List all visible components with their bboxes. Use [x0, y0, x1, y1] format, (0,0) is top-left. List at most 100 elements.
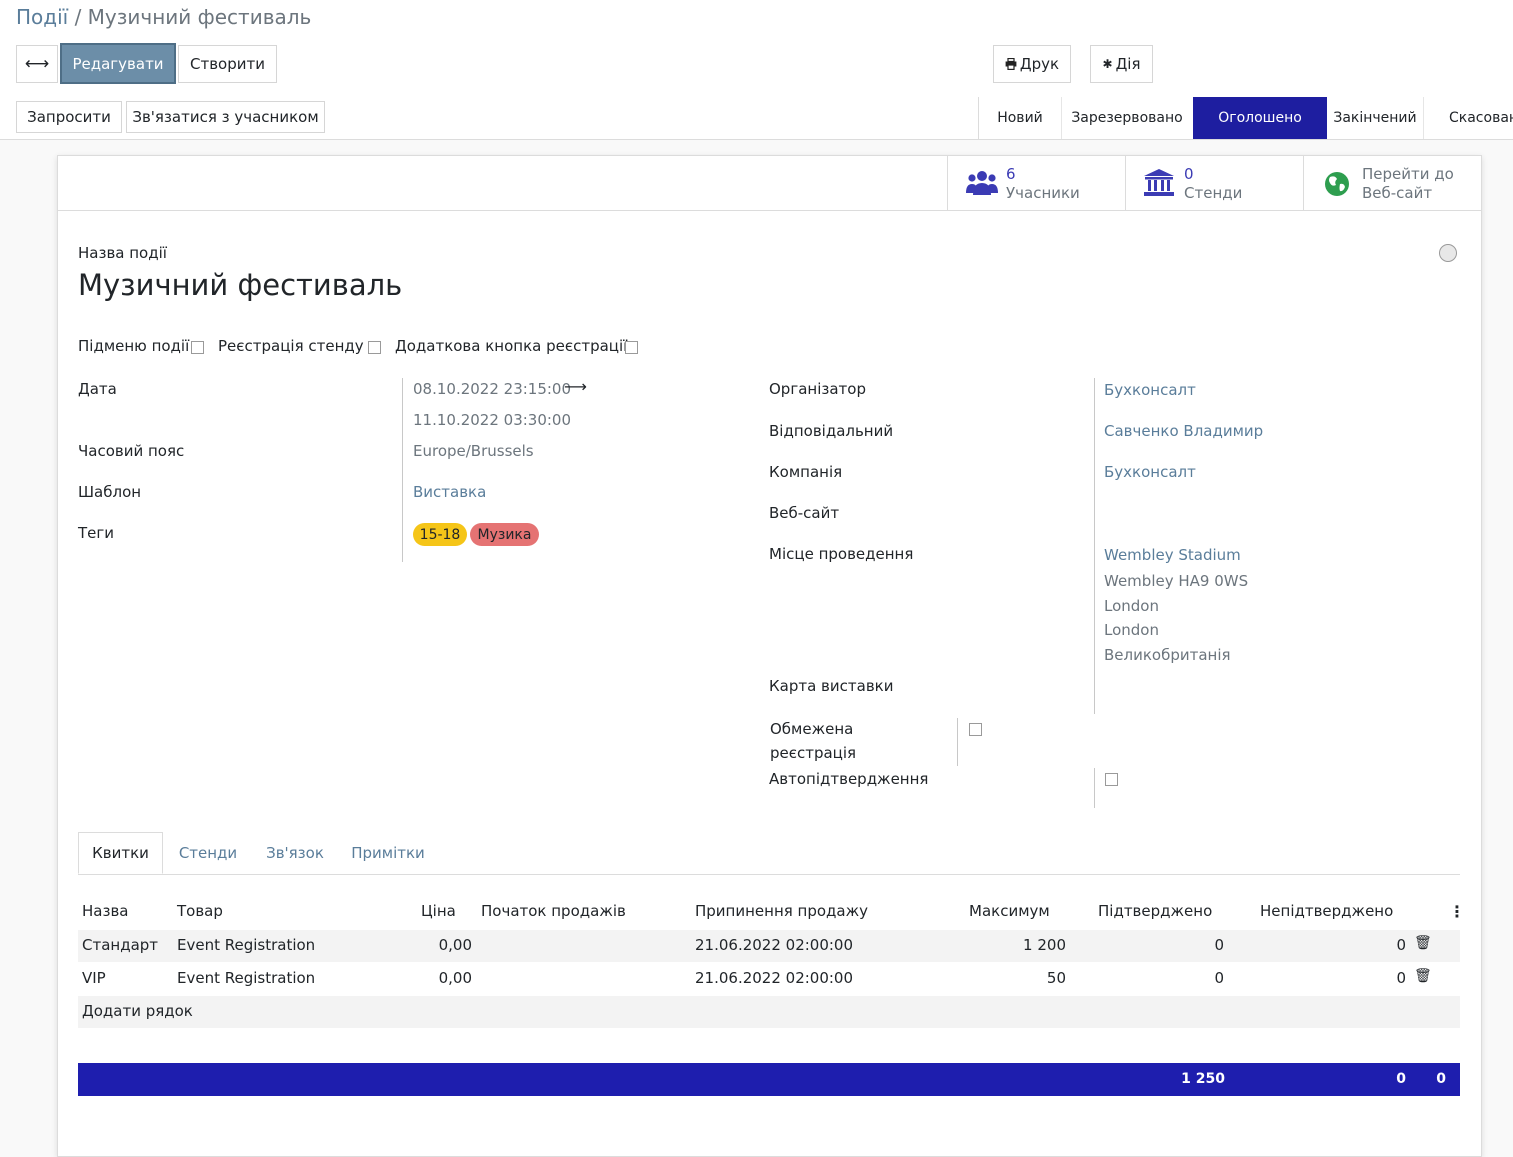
arrow-right-icon: ⟶	[564, 377, 587, 396]
total-confirmed: 0	[1396, 1071, 1406, 1087]
breadcrumb: Події / Музичний фестиваль	[16, 5, 311, 29]
exhibition-map-label: Карта виставки	[769, 677, 894, 695]
col-confirmed-header[interactable]: Підтверджено	[1098, 902, 1212, 920]
edit-button[interactable]: Редагувати	[60, 43, 176, 84]
booths-count: 0	[1184, 165, 1194, 183]
date-start-field[interactable]: 08.10.2022 23:15:00	[413, 380, 571, 398]
venue-state-line: London	[1104, 621, 1159, 639]
total-unconfirmed: 0	[1436, 1071, 1446, 1087]
tab-tickets[interactable]: Квитки	[78, 832, 163, 874]
ticket-price: 0,00	[438, 969, 472, 987]
breadcrumb-parent[interactable]: Події	[16, 5, 68, 29]
col-name-header[interactable]: Назва	[82, 902, 128, 920]
col-sales-start-header[interactable]: Початок продажів	[481, 902, 626, 920]
trash-icon[interactable]: 🗑	[1414, 968, 1432, 984]
col-price-header[interactable]: Ціна	[421, 902, 456, 920]
tag-music[interactable]: Музика	[470, 523, 539, 546]
limited-separator	[957, 718, 958, 766]
ticket-max: 1 200	[1023, 936, 1066, 954]
ticket-confirmed: 0	[1214, 936, 1224, 954]
responsible-link[interactable]: Савченко Владимир	[1104, 422, 1263, 440]
tabs-underline	[78, 874, 1460, 875]
autoconfirm-separator	[1094, 768, 1095, 808]
kanban-state-indicator[interactable]	[1439, 244, 1457, 262]
company-label: Компанія	[769, 463, 843, 481]
stage-ended[interactable]: Закінчений	[1327, 97, 1424, 139]
ticket-price: 0,00	[438, 936, 472, 954]
ticket-confirmed: 0	[1214, 969, 1224, 987]
venue-city-line: London	[1104, 597, 1159, 615]
venue-name-link[interactable]: Wembley Stadium	[1104, 546, 1241, 564]
form-sheet: 6 Учасники 0 Стенди Перейти до Веб-сайт …	[57, 155, 1482, 1157]
template-link[interactable]: Виставка	[413, 483, 486, 501]
attendees-smart-button[interactable]: 6 Учасники	[947, 156, 1126, 210]
date-end-field[interactable]: 11.10.2022 03:30:00	[413, 411, 571, 429]
date-label: Дата	[78, 380, 117, 398]
breadcrumb-separator: /	[68, 5, 88, 29]
template-label: Шаблон	[78, 483, 142, 501]
attendees-label: Учасники	[1006, 184, 1080, 202]
timezone-field[interactable]: Europe/Brussels	[413, 442, 534, 460]
contact-attendee-button[interactable]: Зв'язатися з учасником	[126, 101, 325, 133]
organizer-link[interactable]: Бухконсалт	[1104, 381, 1196, 399]
optional-columns-icon[interactable]: ⋮	[1449, 902, 1465, 921]
status-bar: Запросити Зв'язатися з учасником Новий З…	[0, 97, 1513, 140]
breadcrumb-current: Музичний фестиваль	[87, 5, 312, 29]
expand-toggle-button[interactable]: ⟷	[16, 45, 58, 83]
stage-announced[interactable]: Оголошено	[1193, 97, 1327, 139]
extra-register-button-checkbox[interactable]	[625, 341, 638, 354]
booths-label: Стенди	[1184, 184, 1243, 202]
right-group-separator	[1094, 378, 1095, 714]
ticket-unconfirmed: 0	[1396, 936, 1406, 954]
total-max: 1 250	[1181, 1071, 1225, 1087]
stage-pipeline: Новий Зарезервовано Оголошено Закінчений…	[978, 97, 1513, 139]
create-button[interactable]: Створити	[178, 45, 277, 83]
venue-country-line: Великобританія	[1104, 646, 1231, 664]
add-line-row: Додати рядок	[78, 996, 1460, 1028]
ticket-max: 50	[1046, 969, 1066, 987]
tab-communication[interactable]: Зв'язок	[253, 832, 337, 874]
ticket-sales-end: 21.06.2022 02:00:00	[695, 969, 854, 987]
company-link[interactable]: Бухконсалт	[1104, 463, 1196, 481]
booth-registration-label: Реєстрація стенду	[218, 337, 364, 355]
organizer-label: Організатор	[769, 380, 866, 398]
tab-notes[interactable]: Примітки	[340, 832, 436, 874]
globe-icon	[1325, 172, 1349, 196]
booths-smart-button[interactable]: 0 Стенди	[1125, 156, 1304, 210]
table-row[interactable]: VIP Event Registration 0,00 21.06.2022 0…	[78, 963, 1460, 995]
autoconfirm-checkbox[interactable]	[1105, 773, 1118, 786]
print-button[interactable]: Друк	[993, 45, 1071, 83]
website-go-to: Перейти до	[1362, 165, 1454, 183]
tag-15-18[interactable]: 15-18	[413, 523, 467, 546]
venue-label: Місце проведення	[769, 545, 914, 563]
booth-registration-checkbox[interactable]	[368, 341, 381, 354]
control-panel: Події / Музичний фестиваль ⟷ Редагувати …	[0, 0, 1513, 98]
stage-cancelled[interactable]: Скасован	[1423, 97, 1513, 139]
submenu-checkbox[interactable]	[191, 341, 204, 354]
event-name-label: Назва події	[78, 244, 167, 262]
building-icon	[1144, 169, 1174, 196]
print-label: Друк	[1019, 55, 1060, 73]
col-sales-end-header[interactable]: Припинення продажу	[695, 902, 868, 920]
stage-booked[interactable]: Зарезервовано	[1061, 97, 1194, 139]
col-max-header[interactable]: Максимум	[969, 902, 1050, 920]
responsible-label: Відповідальний	[769, 422, 894, 440]
tags-label: Теги	[78, 524, 115, 542]
website-smart-button[interactable]: Перейти до Веб-сайт	[1303, 156, 1482, 210]
invite-button[interactable]: Запросити	[16, 101, 122, 133]
limited-registration-checkbox[interactable]	[969, 723, 982, 736]
action-button[interactable]: ✱ Дія	[1090, 45, 1153, 83]
ticket-product: Event Registration	[177, 936, 316, 954]
event-title: Музичний фестиваль	[78, 268, 403, 302]
ticket-sales-end: 21.06.2022 02:00:00	[695, 936, 854, 954]
col-product-header[interactable]: Товар	[177, 902, 223, 920]
table-row[interactable]: Стандарт Event Registration 0,00 21.06.2…	[78, 930, 1460, 962]
timezone-label: Часовий пояс	[78, 442, 185, 460]
trash-icon[interactable]: 🗑	[1414, 935, 1432, 951]
tab-booths[interactable]: Стенди	[166, 832, 250, 874]
submenu-label: Підменю події	[78, 337, 190, 355]
add-line-link[interactable]: Додати рядок	[82, 1002, 193, 1020]
col-unconfirmed-header[interactable]: Непідтверджено	[1260, 902, 1393, 920]
arrows-horizontal-icon: ⟷	[24, 54, 50, 74]
stage-new[interactable]: Новий	[979, 97, 1062, 139]
